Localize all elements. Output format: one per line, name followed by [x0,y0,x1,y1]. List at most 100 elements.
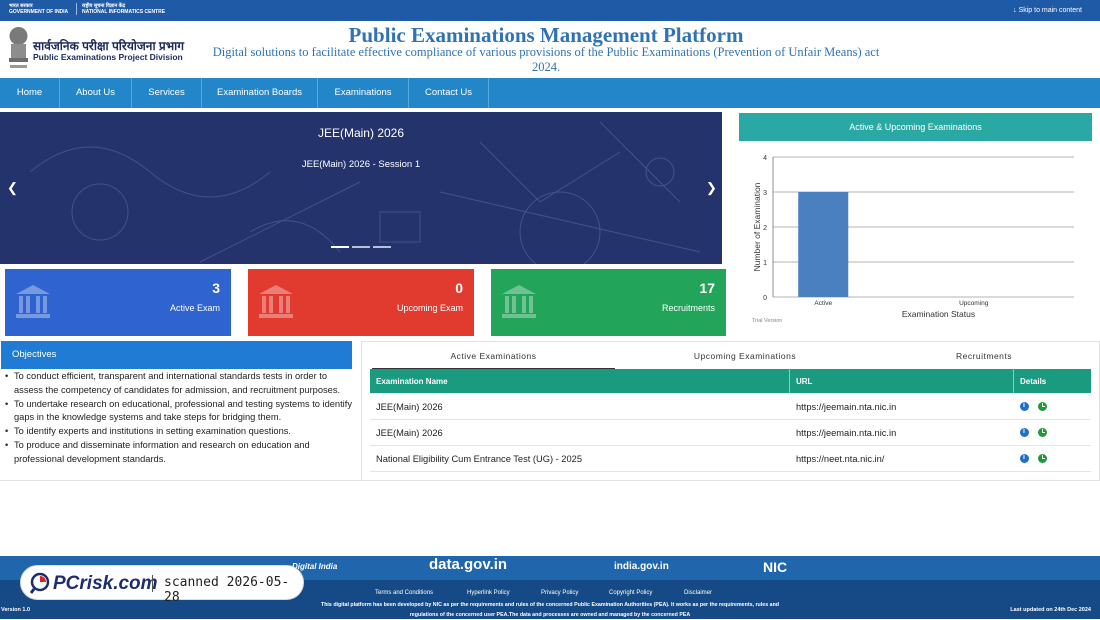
hero-carousel[interactable]: JEE(Main) 2026 JEE(Main) 2026 - Session … [0,112,722,264]
objectives-heading: Objectives [1,341,352,369]
developer-note: This digital platform has been developed… [280,601,820,620]
clock-icon[interactable] [1038,402,1047,411]
divider [152,575,153,592]
table-row: JEE(Main) 2026 https://jeemain.nta.nic.i… [370,420,1091,446]
arrow-down-icon: ↓ [1013,7,1017,14]
stat-label: Upcoming Exam [397,303,463,313]
india-gov-logo[interactable]: india.gov.in [614,561,669,572]
stat-label: Active Exam [170,303,220,313]
top-strip: भारत सरकार GOVERNMENT OF INDIA राष्ट्रीय… [0,0,1100,21]
page-subtitle: Digital solutions to facilitate effectiv… [206,45,886,75]
tab-upcoming-examinations[interactable]: Upcoming Examinations [620,349,870,371]
footer-link-hyperlink-policy[interactable]: Hyperlink Policy [467,590,510,596]
national-emblem-icon[interactable] [6,26,31,72]
clock-icon[interactable] [1038,428,1047,437]
carousel-dot-3[interactable] [373,246,391,248]
exam-status-chart: 0 1 2 3 4 Active Upcoming Examination Status Num… [739,145,1092,330]
y-axis-label: Number of Examination [752,182,762,271]
nav-contact-us[interactable]: Contact Us [409,78,489,108]
division-english: Public Examinations Project Division [33,52,183,62]
gov-english: GOVERNMENT OF INDIA [9,9,68,15]
divider [0,480,361,481]
exam-name: National Eligibility Cum Entrance Test (… [376,454,582,464]
stat-value: 17 [699,280,715,296]
info-icon[interactable]: i [1020,454,1029,463]
version-label: Version 1.0 [1,607,30,613]
data-gov-logo[interactable]: data.gov.in [429,556,507,573]
table-row: National Eligibility Cum Entrance Test (… [370,446,1091,472]
objective-item: To conduct efficient, transparent and in… [14,370,354,398]
objective-item: To identify experts and institutions in … [14,425,354,439]
chevron-left-icon[interactable]: ❮ [7,180,18,196]
clock-icon[interactable] [1038,454,1047,463]
last-updated-label: Last updated on 24th Dec 2024 [1010,607,1091,613]
nav-home[interactable]: Home [0,78,60,108]
y-tick-label: 0 [763,295,767,302]
carousel-dot-2[interactable] [352,246,370,248]
stat-card-recruitments[interactable]: 17 Recruitments [491,269,726,336]
bar-active [798,192,848,297]
x-axis-label: Examination Status [902,309,975,319]
footer-link-privacy[interactable]: Privacy Policy [541,590,578,596]
exam-url[interactable]: https://jeemain.nta.nic.in [796,402,896,412]
slide-title: JEE(Main) 2026 [0,126,722,140]
pcrisk-logo: PCrisk.com [53,573,158,595]
stat-card-active-exam[interactable]: 3 Active Exam [5,269,231,336]
gov-of-india-label: भारत सरकार GOVERNMENT OF INDIA [9,3,68,15]
pcrisk-watermark: PCrisk.com scanned 2026-05-28 [20,565,304,600]
footer-link-copyright[interactable]: Copyright Policy [609,590,652,596]
footer-link-disclaimer[interactable]: Disclaimer [684,590,712,596]
tab-active-examinations[interactable]: Active Examinations [372,349,615,371]
stat-card-upcoming-exam[interactable]: 0 Upcoming Exam [248,269,474,336]
stat-value: 0 [455,280,463,296]
stat-label: Recruitments [662,303,715,313]
objective-item: To produce and disseminate information a… [14,439,354,467]
main-nav: Home About Us Services Examination Board… [0,78,1100,108]
magnifier-icon [30,572,52,594]
column-header-name: Examination Name [376,377,448,386]
developer-note-line: This digital platform has been developed… [280,601,820,611]
column-divider [1013,369,1014,393]
nic-label: राष्ट्रीय सूचना विज्ञान केंद्र NATIONAL … [76,3,165,15]
stat-value: 3 [212,280,220,296]
table-header: Examination Name URL Details [370,369,1091,393]
nic-english: NATIONAL INFORMATICS CENTRE [82,9,165,15]
y-tick-label: 3 [763,190,767,197]
building-icon [500,283,538,321]
nav-examinations[interactable]: Examinations [318,78,409,108]
bar-chart: 0 1 2 3 4 Active Upcoming Examination Status Num… [739,145,1092,330]
exam-name: JEE(Main) 2026 [376,428,443,438]
y-tick-label: 1 [763,260,767,267]
exam-url[interactable]: https://neet.nta.nic.in/ [796,454,884,464]
tab-recruitments[interactable]: Recruitments [862,349,1100,371]
x-tick-label: Active [814,300,832,307]
chevron-right-icon[interactable]: ❯ [706,180,717,196]
skip-label: Skip to main content [1019,7,1082,14]
building-icon [257,283,295,321]
column-divider [789,369,790,393]
y-tick-label: 4 [763,155,767,162]
exams-tab-panel: Active Examinations Upcoming Examination… [361,341,1100,481]
site-header: सार्वजनिक परीक्षा परियोजना प्रभाग Public… [0,21,1100,78]
objective-item: To undertake research on educational, pr… [14,398,354,426]
footer-link-terms[interactable]: Terms and Conditions [375,590,433,596]
nav-services[interactable]: Services [132,78,202,108]
nav-about-us[interactable]: About Us [60,78,132,108]
nic-logo[interactable]: NIC [763,559,787,575]
building-icon [14,283,52,321]
column-header-details: Details [1020,377,1046,386]
objectives-list: To conduct efficient, transparent and in… [14,370,354,467]
carousel-dot-1[interactable] [331,246,349,248]
scan-date: scanned 2026-05-28 [164,575,303,605]
skip-to-main-link[interactable]: ↓ Skip to main content [1013,7,1082,14]
x-tick-label: Upcoming [959,300,989,307]
exam-name: JEE(Main) 2026 [376,402,443,412]
y-tick-label: 2 [763,225,767,232]
nav-examination-boards[interactable]: Examination Boards [202,78,318,108]
table-row: JEE(Main) 2026 https://jeemain.nta.nic.i… [370,394,1091,420]
info-icon[interactable]: i [1020,402,1029,411]
info-icon[interactable]: i [1020,428,1029,437]
exam-url[interactable]: https://jeemain.nta.nic.in [796,428,896,438]
chart-heading: Active & Upcoming Examinations [739,113,1092,141]
column-header-url: URL [796,377,812,386]
